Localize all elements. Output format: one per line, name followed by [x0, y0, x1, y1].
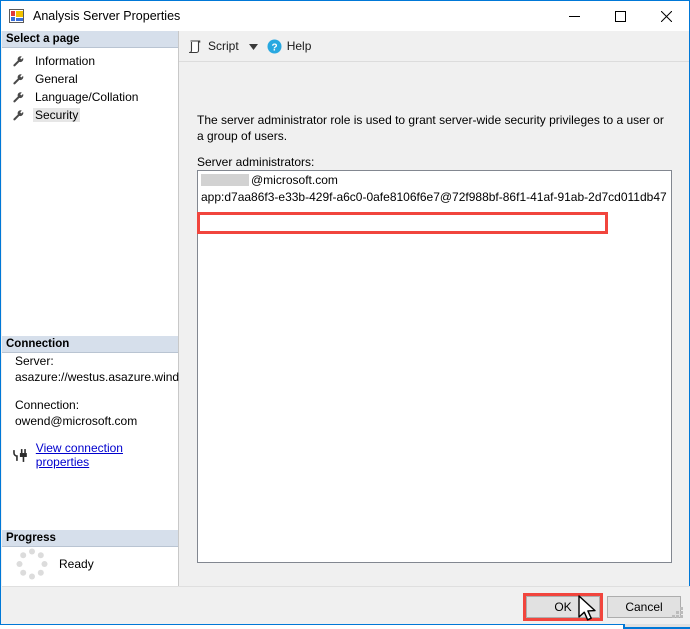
right-content-pane: Script ? Help The server administrator r…: [179, 31, 690, 629]
resize-grip[interactable]: [671, 606, 685, 620]
script-label: Script: [208, 39, 239, 53]
progress-status-text: Ready: [59, 557, 94, 571]
svg-text:?: ?: [271, 42, 277, 53]
wrench-icon: [13, 91, 24, 102]
help-question-icon: ?: [267, 39, 282, 53]
page-list: Information General Language/Collation S…: [2, 48, 178, 124]
sidebar-item-security[interactable]: Security: [2, 106, 178, 124]
select-page-header: Select a page: [2, 31, 178, 48]
list-item[interactable]: app:d7aa86f3-e33b-429f-a6c0-0afe8106f6e7…: [198, 188, 671, 205]
sidebar-item-language-collation[interactable]: Language/Collation: [2, 88, 178, 106]
sidebar-item-information[interactable]: Information: [2, 52, 178, 70]
list-item-label: app:d7aa86f3-e33b-429f-a6c0-0afe8106f6e7…: [201, 189, 667, 204]
page-description: The server administrator role is used to…: [197, 113, 664, 143]
help-button[interactable]: ? Help: [267, 35, 312, 57]
sidebar-item-label: Information: [35, 54, 96, 68]
ok-button[interactable]: OK: [526, 596, 600, 618]
window-title: Analysis Server Properties: [33, 9, 181, 23]
spinner-icon: [16, 548, 48, 580]
view-connection-properties-link[interactable]: View connection properties: [36, 441, 178, 469]
list-item[interactable]: @microsoft.com: [198, 171, 671, 188]
server-value: asazure://westus.asazure.windows: [15, 370, 201, 384]
ssms-properties-icon: [9, 8, 25, 24]
maximize-button[interactable]: [597, 2, 643, 31]
connection-label: Connection:: [15, 398, 80, 412]
title-bar: Analysis Server Properties: [1, 1, 689, 31]
redacted-block: [201, 173, 249, 186]
progress-section-header: Progress: [2, 530, 178, 547]
dialog-footer: OK Cancel: [2, 586, 690, 624]
chevron-down-icon[interactable]: [248, 37, 258, 55]
view-connection-properties-row[interactable]: View connection properties: [12, 441, 178, 469]
progress-section-body: Ready: [2, 547, 178, 581]
wrench-icon: [13, 73, 24, 84]
properties-dialog-window: Analysis Server Properties Select a page…: [0, 0, 690, 629]
sidebar-item-label: Security: [33, 108, 81, 122]
script-button[interactable]: Script: [187, 35, 239, 57]
list-item-label: @microsoft.com: [251, 172, 338, 187]
minimize-button[interactable]: [551, 2, 597, 31]
security-page-content: The server administrator role is used to…: [179, 62, 690, 629]
sidebar-item-label: Language/Collation: [35, 90, 139, 104]
server-label: Server:: [15, 354, 54, 368]
connection-value: owend@microsoft.com: [15, 414, 138, 428]
sidebar-item-general[interactable]: General: [2, 70, 178, 88]
left-navigation-panel: Select a page Information General Langua…: [2, 31, 201, 624]
cancel-button[interactable]: Cancel: [607, 596, 681, 618]
toolbar: Script ? Help: [179, 31, 689, 62]
script-icon: [188, 39, 201, 53]
connector-plug-icon: [13, 448, 27, 462]
server-administrators-list[interactable]: @microsoft.com app:d7aa86f3-e33b-429f-a6…: [197, 170, 672, 563]
wrench-icon: [13, 109, 24, 120]
sidebar-item-label: General: [35, 72, 78, 86]
help-label: Help: [286, 39, 312, 53]
connection-section-header: Connection: [2, 336, 178, 353]
server-administrators-label: Server administrators:: [197, 155, 315, 169]
connection-section-body: Server: asazure://westus.asazure.windows…: [2, 353, 201, 469]
close-button[interactable]: [643, 2, 689, 31]
wrench-icon: [13, 55, 24, 66]
